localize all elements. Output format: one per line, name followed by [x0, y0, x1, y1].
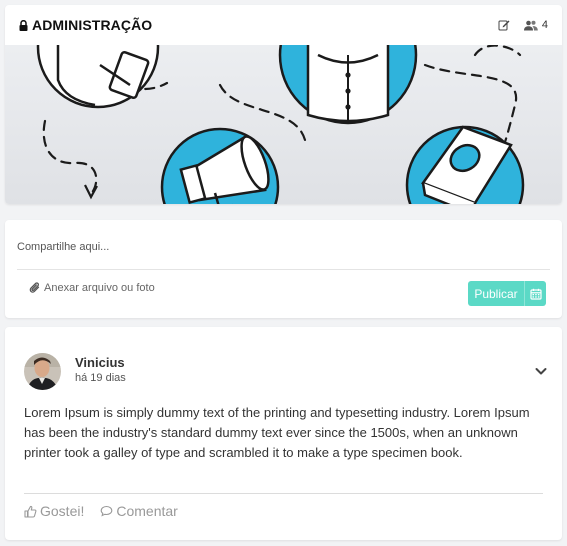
calendar-icon — [529, 288, 542, 300]
avatar[interactable] — [24, 353, 61, 390]
group-actions: 4 — [498, 19, 548, 31]
edit-icon[interactable] — [498, 19, 510, 31]
publish-button[interactable]: Publicar — [468, 281, 524, 306]
schedule-button[interactable] — [524, 281, 546, 306]
post-card: Vinicius há 19 dias Lorem Ipsum is simpl… — [5, 327, 562, 540]
lock-icon — [19, 19, 28, 31]
attach-label: Anexar arquivo ou foto — [44, 282, 155, 294]
group-header: ADMINISTRAÇÃO 4 — [5, 5, 562, 45]
comment-button[interactable]: Comentar — [100, 503, 178, 519]
composer-divider — [17, 269, 550, 270]
post-time: há 19 dias — [75, 372, 126, 384]
composer-card: Anexar arquivo ou foto Publicar — [5, 220, 562, 318]
banner-illustration — [36, 5, 525, 204]
post-author[interactable]: Vinicius — [75, 355, 125, 370]
chevron-down-icon[interactable] — [533, 363, 549, 379]
post-text: Lorem Ipsum is simply dummy text of the … — [24, 405, 530, 460]
paperclip-icon — [29, 282, 40, 293]
share-input[interactable] — [17, 232, 547, 262]
group-card: ADMINISTRAÇÃO 4 — [5, 5, 562, 204]
post-actions: Gostei! Comentar — [24, 503, 178, 519]
like-label: Gostei! — [40, 503, 85, 519]
members-count: 4 — [541, 19, 548, 31]
members-button[interactable]: 4 — [523, 19, 548, 31]
avatar-image — [24, 353, 61, 390]
like-button[interactable]: Gostei! — [24, 503, 84, 519]
comment-label: Comentar — [116, 503, 178, 519]
comment-icon — [101, 505, 113, 517]
users-icon — [523, 20, 538, 30]
post-divider — [24, 493, 543, 494]
group-title: ADMINISTRAÇÃO — [19, 17, 152, 33]
group-name: ADMINISTRAÇÃO — [32, 17, 153, 33]
group-banner — [5, 5, 562, 204]
publish-group: Publicar — [468, 281, 546, 306]
thumbs-up-icon — [24, 505, 37, 518]
attach-button[interactable]: Anexar arquivo ou foto — [29, 282, 155, 294]
